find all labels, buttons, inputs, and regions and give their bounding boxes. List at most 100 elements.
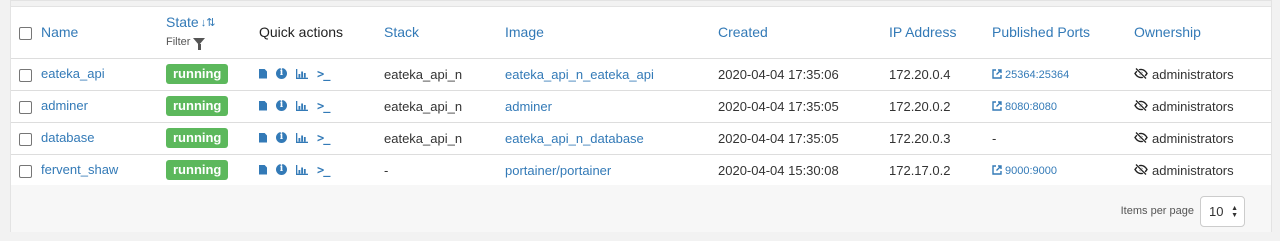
header-name: Name xyxy=(11,6,166,59)
cell-ports: 9000:9000 xyxy=(992,154,1134,186)
cell-name: fervent_shaw xyxy=(11,154,166,186)
cell-created: 2020-04-04 15:30:08 xyxy=(718,154,889,186)
stack-text: eateka_api_n xyxy=(384,66,463,82)
image-link[interactable]: eateka_api_n_eateka_api xyxy=(505,67,654,82)
eye-slash-icon xyxy=(1134,99,1148,114)
items-per-page-select[interactable]: 10 ▲ ▼ xyxy=(1200,196,1245,227)
ip-text: 172.17.0.2 xyxy=(889,162,951,178)
info-icon[interactable]: i xyxy=(276,132,287,143)
filter-icon xyxy=(193,38,206,51)
terminal-icon[interactable]: >_ xyxy=(317,99,330,113)
cell-ip: 172.20.0.3 xyxy=(889,122,992,154)
ownership-text: administrators xyxy=(1152,162,1234,178)
row-checkbox[interactable] xyxy=(19,100,32,114)
container-name-link[interactable]: database xyxy=(41,130,95,145)
sort-by-ownership[interactable]: Ownership xyxy=(1134,24,1201,40)
sort-by-ports[interactable]: Published Ports xyxy=(992,24,1090,40)
cell-image: adminer xyxy=(505,90,718,122)
terminal-icon[interactable]: >_ xyxy=(317,163,330,177)
header-ports: Published Ports xyxy=(992,6,1134,59)
external-link-icon xyxy=(992,165,1002,178)
cell-ip: 172.17.0.2 xyxy=(889,154,992,186)
ip-text: 172.20.0.3 xyxy=(889,130,951,146)
status-badge: running xyxy=(166,128,229,148)
ownership-text: administrators xyxy=(1152,130,1234,146)
containers-table: Name State ↓⇅ Filter Quick actions Stack … xyxy=(11,6,1271,187)
published-port-link[interactable]: 25364:25364 xyxy=(992,69,1069,81)
table-row: fervent_shaw running i >_ - portainer/portain… xyxy=(11,154,1271,186)
cell-state: running xyxy=(166,122,259,154)
row-checkbox[interactable] xyxy=(19,164,32,178)
chart-icon[interactable] xyxy=(296,164,308,175)
info-icon[interactable]: i xyxy=(276,100,287,111)
cell-name: database xyxy=(11,122,166,154)
cell-stack: eateka_api_n xyxy=(384,58,505,90)
created-text: 2020-04-04 15:30:08 xyxy=(718,162,839,178)
cell-name: eateka_api xyxy=(11,58,166,90)
header-state: State ↓⇅ Filter xyxy=(166,6,259,59)
info-icon[interactable]: i xyxy=(276,68,287,79)
eye-slash-icon xyxy=(1134,67,1148,82)
sort-by-name[interactable]: Name xyxy=(41,24,78,40)
quick-actions-label: Quick actions xyxy=(259,23,344,40)
file-icon[interactable] xyxy=(259,132,267,143)
sort-by-image[interactable]: Image xyxy=(505,24,544,40)
ip-text: 172.20.0.2 xyxy=(889,98,951,114)
status-badge: running xyxy=(166,64,229,84)
cell-state: running xyxy=(166,58,259,90)
published-port-link[interactable]: 8080:8080 xyxy=(992,101,1057,113)
file-icon[interactable] xyxy=(259,68,267,79)
status-badge: running xyxy=(166,160,229,180)
cell-stack: eateka_api_n xyxy=(384,90,505,122)
cell-ownership: administrators xyxy=(1134,90,1271,122)
sort-icon[interactable]: ↓⇅ xyxy=(201,15,216,31)
cell-quick-actions: i >_ xyxy=(259,90,384,122)
external-link-icon xyxy=(992,69,1002,82)
items-per-page-value: 10 xyxy=(1209,204,1224,219)
table-footer: Items per page 10 ▲ ▼ xyxy=(11,185,1271,232)
image-link[interactable]: portainer/portainer xyxy=(505,163,611,178)
file-icon[interactable] xyxy=(259,164,267,175)
sort-by-created[interactable]: Created xyxy=(718,24,768,40)
chart-icon[interactable] xyxy=(296,132,308,143)
status-badge: running xyxy=(166,96,229,116)
sort-by-state[interactable]: State xyxy=(166,14,199,30)
table-header-row: Name State ↓⇅ Filter Quick actions Stack … xyxy=(11,6,1271,59)
header-created: Created xyxy=(718,6,889,59)
sort-by-stack[interactable]: Stack xyxy=(384,24,419,40)
select-arrows-icon: ▲ ▼ xyxy=(1231,205,1238,219)
stack-text: - xyxy=(384,162,389,178)
cell-ownership: administrators xyxy=(1134,122,1271,154)
terminal-icon[interactable]: >_ xyxy=(317,67,330,81)
row-checkbox[interactable] xyxy=(19,68,32,82)
chart-icon[interactable] xyxy=(296,100,308,111)
port-text: 9000:9000 xyxy=(1005,165,1057,177)
image-link[interactable]: adminer xyxy=(505,99,552,114)
table-body: eateka_api running i >_ eateka_api_n eateka_a… xyxy=(11,58,1271,186)
terminal-icon[interactable]: >_ xyxy=(317,131,330,145)
container-name-link[interactable]: adminer xyxy=(41,98,88,113)
header-image: Image xyxy=(505,6,718,59)
state-filter[interactable]: Filter xyxy=(166,34,259,51)
stack-text: eateka_api_n xyxy=(384,130,463,146)
info-icon[interactable]: i xyxy=(276,164,287,175)
row-checkbox[interactable] xyxy=(19,132,32,146)
container-name-link[interactable]: fervent_shaw xyxy=(41,162,118,177)
cell-ownership: administrators xyxy=(1134,58,1271,90)
cell-ip: 172.20.0.4 xyxy=(889,58,992,90)
cell-quick-actions: i >_ xyxy=(259,122,384,154)
sort-by-ip[interactable]: IP Address xyxy=(889,24,956,40)
file-icon[interactable] xyxy=(259,100,267,111)
chart-icon[interactable] xyxy=(296,68,308,79)
ip-text: 172.20.0.4 xyxy=(889,66,951,82)
image-link[interactable]: eateka_api_n_database xyxy=(505,131,644,146)
cell-created: 2020-04-04 17:35:05 xyxy=(718,122,889,154)
cell-name: adminer xyxy=(11,90,166,122)
ownership-text: administrators xyxy=(1152,98,1234,114)
published-port-link[interactable]: 9000:9000 xyxy=(992,165,1057,177)
header-quick-actions: Quick actions xyxy=(259,6,384,59)
select-all-checkbox[interactable] xyxy=(19,26,32,40)
container-name-link[interactable]: eateka_api xyxy=(41,66,105,81)
header-stack: Stack xyxy=(384,6,505,59)
cell-ip: 172.20.0.2 xyxy=(889,90,992,122)
